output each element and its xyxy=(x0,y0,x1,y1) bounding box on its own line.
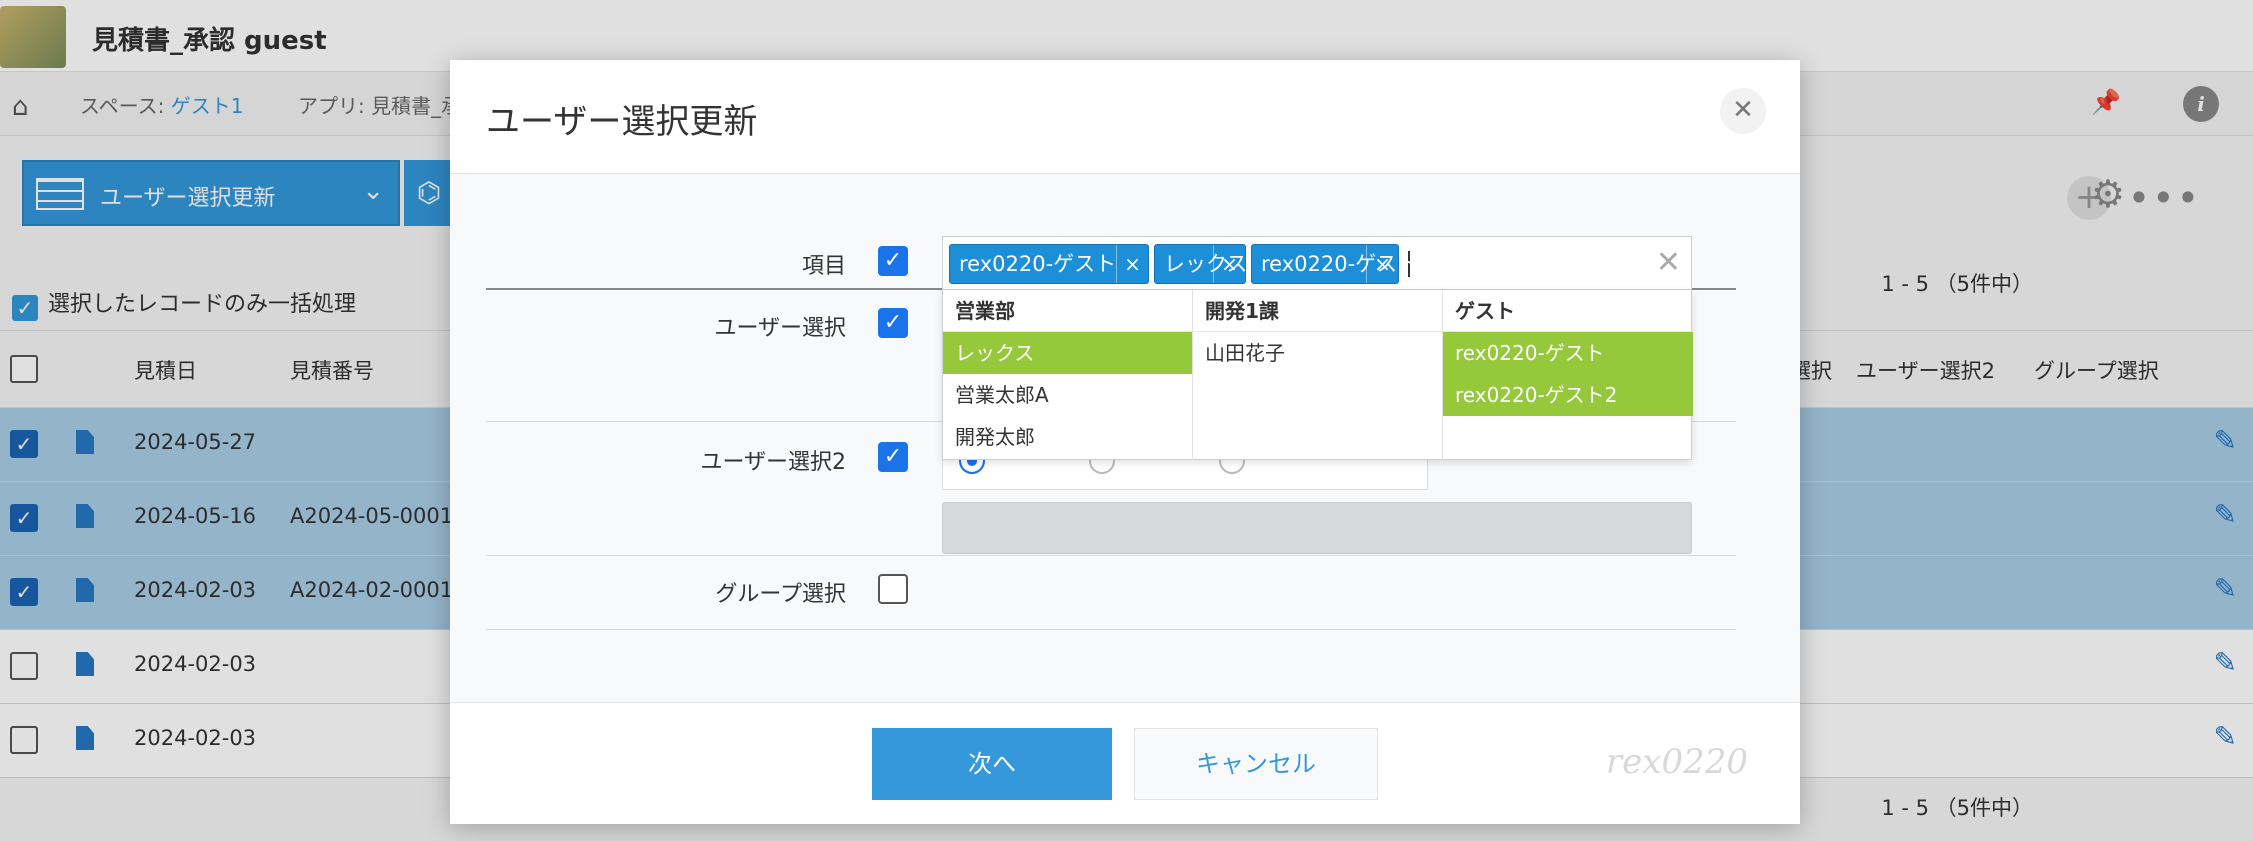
field-label: グループ選択 xyxy=(715,582,846,607)
tag-label: rex0220-ゲスト xyxy=(959,252,1117,276)
picker-column-heading[interactable]: ゲスト xyxy=(1443,290,1693,332)
radio-group xyxy=(942,460,1428,490)
picker-column: ゲスト rex0220-ゲスト rex0220-ゲスト2 xyxy=(1443,290,1693,460)
close-icon[interactable]: ✕ xyxy=(1720,88,1766,134)
dialog-header: ユーザー選択更新 ✕ xyxy=(450,60,1800,174)
field-checkbox[interactable]: ✓ xyxy=(878,442,908,472)
picker-option[interactable]: rex0220-ゲスト2 xyxy=(1443,374,1693,416)
remove-tag-icon[interactable]: × xyxy=(1116,245,1148,283)
remove-tag-icon[interactable]: × xyxy=(1366,245,1398,283)
picker-column: 営業部 レックス 営業太郎A 開発太郎 xyxy=(943,290,1193,460)
radio-option[interactable] xyxy=(1089,460,1115,474)
field-label: ユーザー選択2 xyxy=(700,450,846,475)
radio-option[interactable] xyxy=(959,460,985,474)
tag-label: rex0220-ゲスト2 xyxy=(1261,252,1432,276)
watermark: rex0220 xyxy=(1605,742,1748,782)
selected-user-tag[interactable]: rex0220-ゲスト × xyxy=(949,244,1149,284)
picker-option[interactable]: 開発太郎 xyxy=(943,416,1192,458)
cancel-button[interactable]: キャンセル xyxy=(1134,728,1378,800)
next-button[interactable]: 次へ xyxy=(872,728,1112,800)
selected-user-tag[interactable]: レックス × xyxy=(1154,244,1247,284)
field-checkbox[interactable]: ✓ xyxy=(878,308,908,338)
selected-user-tag[interactable]: rex0220-ゲスト2 × xyxy=(1251,244,1432,284)
picker-option[interactable]: 山田花子 xyxy=(1193,332,1442,374)
picker-column: 開発1課 山田花子 xyxy=(1193,290,1443,460)
radio-option[interactable] xyxy=(1219,460,1245,474)
user-picker-dropdown: 営業部 レックス 営業太郎A 開発太郎 開発1課 山田花子 ゲスト rex0220-ゲスト re… xyxy=(942,290,1693,460)
clear-all-icon[interactable]: ✕ xyxy=(1656,245,1681,280)
user-select-input[interactable]: ✕ rex0220-ゲスト × レックス × rex0220-ゲスト2 × xyxy=(942,236,1692,290)
item-header: 項目 xyxy=(801,254,846,279)
field-row-group-select: グループ選択 xyxy=(486,556,1736,630)
field-label: ユーザー選択 xyxy=(714,316,846,341)
dialog-title: ユーザー選択更新 xyxy=(486,102,758,142)
picker-column-heading[interactable]: 営業部 xyxy=(943,290,1192,332)
picker-option[interactable]: rex0220-ゲスト xyxy=(1443,332,1693,374)
update-dialog: ユーザー選択更新 ✕ 項目 ✓ 値 ユーザー選択 ✓ ユーザー選択2 ✓ グルー… xyxy=(450,60,1800,824)
picker-column-heading[interactable]: 開発1課 xyxy=(1193,290,1442,332)
dialog-footer xyxy=(450,702,1800,824)
header-checkbox[interactable]: ✓ xyxy=(878,246,908,276)
field-checkbox[interactable] xyxy=(878,574,908,604)
group-select-input xyxy=(942,502,1692,554)
picker-option[interactable]: 営業太郎A xyxy=(943,374,1192,416)
picker-option[interactable]: レックス xyxy=(943,332,1192,374)
remove-tag-icon[interactable]: × xyxy=(1213,245,1245,283)
